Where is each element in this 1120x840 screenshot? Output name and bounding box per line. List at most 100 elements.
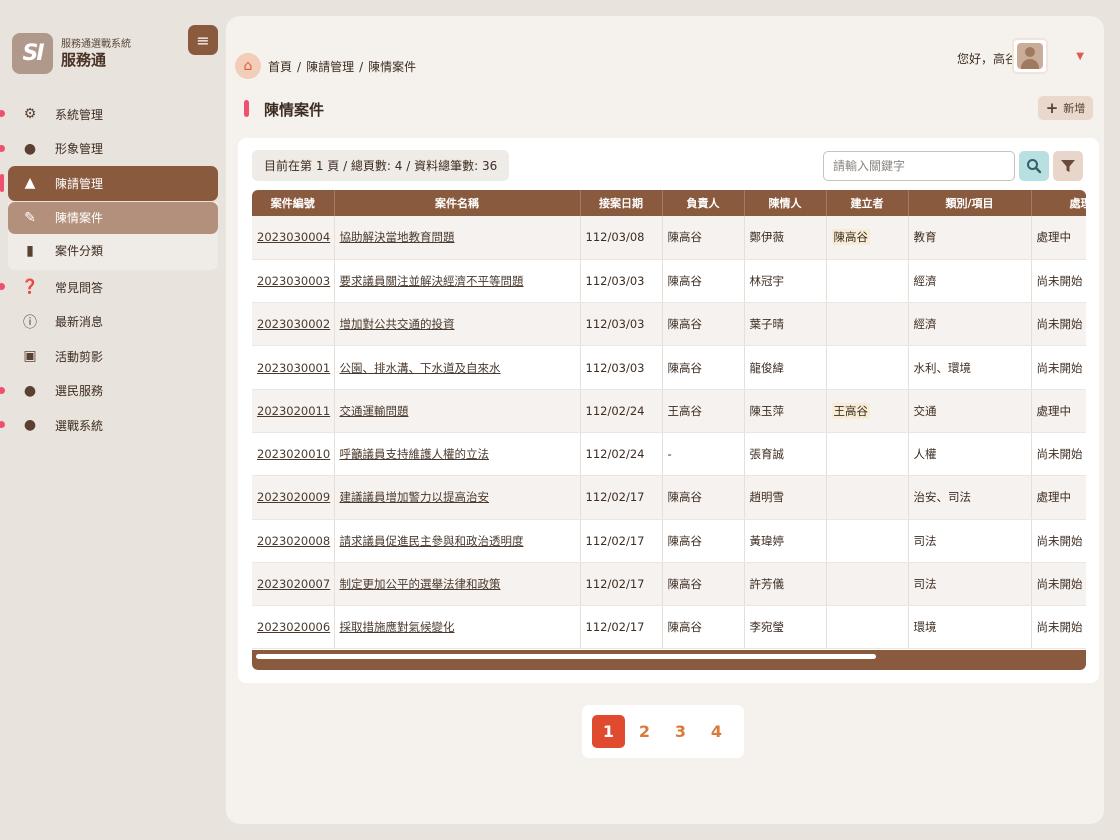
- cell-case-name[interactable]: 請求議員促進民主參與和政治透明度: [334, 519, 581, 563]
- cell-case-name[interactable]: 建議議員增加警力以提高治安: [334, 475, 581, 520]
- sidebar-item-campaign[interactable]: ● 選戰系統: [0, 408, 218, 443]
- cases-table: 案件編號 案件名稱 接案日期 負責人 陳情人 建立者 類別/項目 處理狀態 20…: [252, 190, 1086, 650]
- sidebar-subitem-categories[interactable]: ▮ 案件分類: [8, 235, 218, 267]
- table-row[interactable]: 2023020008 請求議員促進民主參與和政治透明度 112/02/17 陳高谷 黃瑋…: [252, 519, 1086, 563]
- sidebar-item-news[interactable]: ⓘ 最新消息: [8, 304, 218, 339]
- cell-received-date: 112/03/03: [580, 345, 663, 390]
- avatar-image: [1017, 43, 1043, 69]
- avatar[interactable]: [1012, 38, 1048, 74]
- table-row[interactable]: 2023030001 公園、排水溝、下水道及自來水 112/03/03 陳高谷 龍俊緯 水…: [252, 345, 1086, 390]
- cell-case-id[interactable]: 2023020011: [252, 389, 335, 433]
- table-row[interactable]: 2023020010 呼籲議員支持維護人權的立法 112/02/24- 張育誠 人權 尚未…: [252, 432, 1086, 477]
- cell-case-id[interactable]: 2023030003: [252, 259, 335, 304]
- cell-case-id[interactable]: 2023030004: [252, 216, 335, 260]
- table-row[interactable]: 2023020007 制定更加公平的選舉法律和政策 112/02/17 陳高谷 許芳儀 司…: [252, 562, 1086, 607]
- cell-petitioner: 葉子晴: [744, 302, 827, 347]
- sidebar-item-system[interactable]: ⚙ 系統管理: [0, 97, 218, 132]
- cell-case-name[interactable]: 制定更加公平的選舉法律和政策: [334, 562, 581, 607]
- cell-case-name[interactable]: 公園、排水溝、下水道及自來水: [334, 345, 581, 390]
- page-button-3[interactable]: 3: [664, 715, 697, 748]
- sidebar-item-petition[interactable]: ▲ 陳請管理: [0, 166, 218, 201]
- user-gear-icon: ●: [23, 140, 37, 157]
- sidebar-item-label: 陳請管理: [55, 176, 104, 191]
- sidebar-item-voter-service[interactable]: ● 選民服務: [0, 374, 218, 409]
- horizontal-scrollbar[interactable]: [252, 650, 1086, 670]
- cell-category: 水利、環境: [908, 345, 1032, 390]
- column-header[interactable]: 案件編號: [252, 190, 335, 216]
- cell-case-name[interactable]: 增加對公共交通的投資: [334, 302, 581, 347]
- home-icon[interactable]: ⌂: [235, 53, 261, 79]
- table-row[interactable]: 2023020006 採取措施應對氣候變化 112/02/17 陳高谷 李宛瑩 環境 尚未開…: [252, 605, 1086, 650]
- column-header[interactable]: 負責人: [662, 190, 745, 216]
- sidebar-item-gallery[interactable]: ▣ 活動剪影: [8, 339, 218, 374]
- table-row[interactable]: 2023030003 要求議員關注並解決經濟不平等問題 112/03/03 陳高谷 林冠…: [252, 259, 1086, 304]
- cell-creator: [826, 519, 909, 563]
- column-header[interactable]: 類別/項目: [908, 190, 1032, 216]
- column-header[interactable]: 陳情人: [744, 190, 827, 216]
- breadcrumb-sep: /: [297, 60, 302, 74]
- cell-category: 交通: [908, 389, 1032, 433]
- column-header[interactable]: 接案日期: [580, 190, 663, 216]
- breadcrumb-home[interactable]: 首頁: [268, 60, 292, 74]
- sidebar-subitem-cases[interactable]: ✎ 陳情案件: [8, 201, 218, 234]
- app-name: 服務通: [61, 51, 107, 69]
- cell-received-date: 112/02/17: [580, 562, 663, 607]
- chevron-down-icon[interactable]: ▼: [1076, 51, 1084, 62]
- menu-toggle-button[interactable]: ≡: [188, 25, 218, 55]
- user-icon: ●: [23, 417, 37, 434]
- cell-received-date: 112/03/08: [580, 216, 663, 260]
- filter-button[interactable]: [1053, 151, 1083, 181]
- cell-case-name[interactable]: 呼籲議員支持維護人權的立法: [334, 432, 581, 477]
- cases-table-wrap[interactable]: 案件編號 案件名稱 接案日期 負責人 陳情人 建立者 類別/項目 處理狀態 20…: [252, 190, 1086, 670]
- breadcrumb-petition[interactable]: 陳請管理: [306, 60, 354, 74]
- table-row[interactable]: 2023030004 協助解決當地教育問題 112/03/08 陳高谷 鄭伊薇 陳高谷 教育…: [252, 216, 1086, 260]
- nav-dot: [0, 421, 5, 429]
- cell-status: 處理中: [1031, 389, 1086, 433]
- cell-received-date: 112/03/03: [580, 302, 663, 347]
- sidebar-item-faq[interactable]: ❓ 常見問答: [0, 270, 218, 305]
- table-row[interactable]: 2023020009 建議議員增加警力以提高治安 112/02/17 陳高谷 趙明雪 治安…: [252, 475, 1086, 520]
- cell-status: 處理中: [1031, 475, 1086, 520]
- column-header[interactable]: 處理狀態: [1031, 190, 1086, 216]
- cell-case-name[interactable]: 交通運輸問題: [334, 389, 581, 433]
- cell-category: 環境: [908, 605, 1032, 650]
- add-button[interactable]: + 新增: [1038, 96, 1093, 120]
- table-row[interactable]: 2023030002 增加對公共交通的投資 112/03/03 陳高谷 葉子晴 經濟 尚未開…: [252, 302, 1086, 347]
- cell-case-name[interactable]: 採取措施應對氣候變化: [334, 605, 581, 650]
- cases-card: 目前在第 1 頁 / 總頁數: 4 / 資料總筆數: 36 案件編號 案件名稱 …: [238, 138, 1099, 683]
- search-input[interactable]: [823, 151, 1015, 181]
- gear-icon: ⚙: [23, 106, 37, 123]
- creator-highlight: 王高谷: [831, 402, 870, 419]
- app-logo[interactable]: SI 服務通選戰系統 服務通: [12, 33, 131, 74]
- creator-highlight: 陳高谷: [831, 229, 870, 246]
- cell-case-id[interactable]: 2023020006: [252, 605, 335, 650]
- cell-case-id[interactable]: 2023030002: [252, 302, 335, 347]
- cell-case-id[interactable]: 2023020009: [252, 475, 335, 520]
- table-row[interactable]: 2023020011 交通運輸問題 112/02/24 王高谷 陳玉萍 王高谷 交通 處理中: [252, 389, 1086, 433]
- cell-received-date: 112/02/24: [580, 432, 663, 477]
- cell-case-id[interactable]: 2023020008: [252, 519, 335, 563]
- cell-status: 尚未開始: [1031, 345, 1086, 390]
- filter-icon: [1061, 160, 1075, 172]
- cell-case-id[interactable]: 2023020007: [252, 562, 335, 607]
- search-button[interactable]: [1019, 151, 1049, 181]
- scrollbar-thumb[interactable]: [256, 654, 876, 659]
- cell-received-date: 112/02/24: [580, 389, 663, 433]
- page-button-4[interactable]: 4: [700, 715, 733, 748]
- sidebar-subitem-label: 案件分類: [55, 244, 104, 259]
- nav-dot: [0, 144, 5, 152]
- cell-case-name[interactable]: 協助解決當地教育問題: [334, 216, 581, 260]
- cell-case-id[interactable]: 2023020010: [252, 432, 335, 477]
- column-header[interactable]: 案件名稱: [334, 190, 581, 216]
- sidebar-item-image[interactable]: ● 形象管理: [0, 132, 218, 167]
- page-button-1[interactable]: 1: [592, 715, 625, 748]
- cell-petitioner: 黃瑋婷: [744, 519, 827, 563]
- column-header[interactable]: 建立者: [826, 190, 909, 216]
- cell-category: 教育: [908, 216, 1032, 260]
- sidebar-subitem-label: 陳情案件: [55, 211, 104, 226]
- page-button-2[interactable]: 2: [628, 715, 661, 748]
- page-title: 陳情案件: [264, 101, 325, 119]
- cell-case-name[interactable]: 要求議員關注並解決經濟不平等問題: [334, 259, 581, 304]
- cell-case-id[interactable]: 2023030001: [252, 345, 335, 390]
- user-check-icon: ●: [23, 382, 37, 399]
